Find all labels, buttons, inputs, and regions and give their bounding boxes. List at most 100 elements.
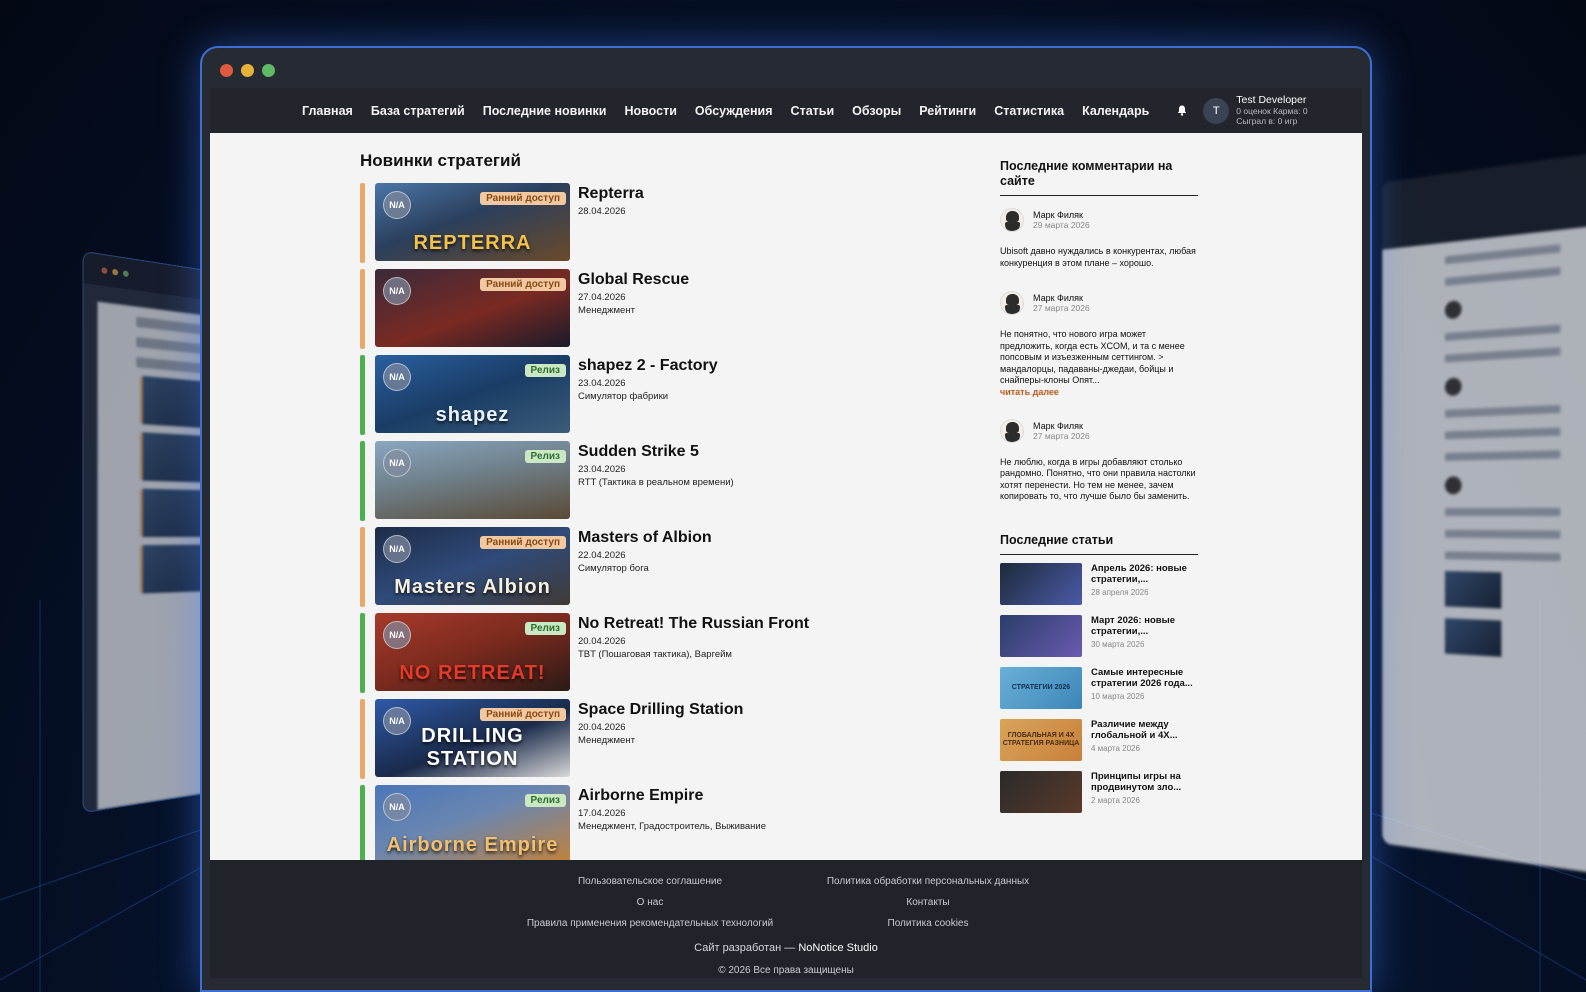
nav-item[interactable]: Статьи bbox=[791, 104, 835, 118]
developer-link[interactable]: NoNotice Studio bbox=[798, 942, 878, 954]
bell-icon[interactable] bbox=[1177, 105, 1187, 116]
nav-item[interactable]: Статистика bbox=[994, 104, 1064, 118]
article-thumbnail-text: СТРАТЕГИИ 2026 bbox=[1000, 684, 1082, 692]
nav-item[interactable]: Календарь bbox=[1082, 104, 1149, 118]
game-thumbnail[interactable]: shapez N/A Релиз bbox=[375, 355, 570, 433]
game-art-title: Masters Albion bbox=[375, 576, 570, 599]
status-badge: Релиз bbox=[525, 622, 566, 635]
footer-link[interactable]: Политика cookies bbox=[808, 918, 1048, 929]
footer-link[interactable]: О нас bbox=[516, 897, 784, 908]
game-thumbnail[interactable]: NO RETREAT! N/A Релиз bbox=[375, 613, 570, 691]
game-title[interactable]: Space Drilling Station bbox=[578, 701, 743, 719]
rating-badge: N/A bbox=[383, 449, 411, 477]
status-badge: Ранний доступ bbox=[480, 192, 566, 205]
nav-item[interactable]: Обсуждения bbox=[695, 104, 773, 118]
comment-avatar[interactable] bbox=[1000, 291, 1024, 315]
game-title[interactable]: Airborne Empire bbox=[578, 787, 766, 805]
article-title[interactable]: Различие между глобальной и 4X... bbox=[1091, 719, 1198, 742]
comment-author[interactable]: Марк Филяк bbox=[1033, 421, 1090, 431]
user-name: Test Developer bbox=[1236, 95, 1307, 106]
user-menu[interactable]: T Test Developer 0 оценок Карма: 0 Сыгра… bbox=[1203, 95, 1307, 126]
game-item[interactable]: Masters Albion N/A Ранний доступ Masters of… bbox=[360, 527, 920, 607]
rating-badge: N/A bbox=[383, 363, 411, 391]
nav-item[interactable]: Новости bbox=[625, 104, 677, 118]
article-title[interactable]: Март 2026: новые стратегии,... bbox=[1091, 615, 1198, 638]
comment-author[interactable]: Марк Филяк bbox=[1033, 210, 1090, 220]
game-item[interactable]: Airborne Empire N/A Релиз Airborne Empire 17… bbox=[360, 785, 920, 865]
article-date: 4 марта 2026 bbox=[1091, 744, 1198, 753]
game-thumbnail[interactable]: N/A Релиз bbox=[375, 441, 570, 519]
game-art-title: Airborne Empire bbox=[375, 834, 570, 857]
article-title[interactable]: Принципы игры на продвинутом зло... bbox=[1091, 771, 1198, 794]
status-badge: Ранний доступ bbox=[480, 536, 566, 549]
article-item[interactable]: Март 2026: новые стратегии,... 30 марта 2… bbox=[1000, 615, 1198, 659]
comment-date: 27 марта 2026 bbox=[1033, 303, 1090, 313]
comment-author[interactable]: Марк Филяк bbox=[1033, 293, 1090, 303]
game-thumbnail[interactable]: DRILLING STATION N/A Ранний доступ bbox=[375, 699, 570, 777]
maximize-window-button[interactable] bbox=[262, 64, 275, 77]
article-item[interactable]: Апрель 2026: новые стратегии,... 28 апрел… bbox=[1000, 563, 1198, 607]
article-thumbnail[interactable]: ГЛОБАЛЬНАЯ И 4X СТРАТЕГИЯ РАЗНИЦА bbox=[1000, 719, 1082, 761]
site-footer: Пользовательское соглашение О нас Правила … bbox=[210, 860, 1362, 978]
comment-date: 29 марта 2026 bbox=[1033, 220, 1090, 230]
game-genre: Менеджмент bbox=[578, 735, 743, 746]
page-content: Новинки стратегий REPTERRA N/A Ранний дост… bbox=[210, 133, 1362, 860]
article-title[interactable]: Самые интересные стратегии 2026 года... bbox=[1091, 667, 1198, 690]
article-item[interactable]: Принципы игры на продвинутом зло... 2 мар… bbox=[1000, 771, 1198, 815]
article-item[interactable]: СТРАТЕГИИ 2026 Самые интересные стратегии… bbox=[1000, 667, 1198, 711]
game-date: 23.04.2026 bbox=[578, 378, 718, 389]
article-thumbnail[interactable] bbox=[1000, 615, 1082, 657]
game-thumbnail[interactable]: N/A Ранний доступ bbox=[375, 269, 570, 347]
articles-list: Апрель 2026: новые стратегии,... 28 апрел… bbox=[1000, 563, 1198, 815]
status-stripe bbox=[360, 269, 365, 349]
status-stripe bbox=[360, 183, 365, 263]
game-title[interactable]: shapez 2 - Factory bbox=[578, 357, 718, 375]
comment-avatar[interactable] bbox=[1000, 419, 1024, 443]
nav-item[interactable]: Обзоры bbox=[852, 104, 901, 118]
game-thumbnail[interactable]: Airborne Empire N/A Релиз bbox=[375, 785, 570, 863]
game-title[interactable]: Sudden Strike 5 bbox=[578, 443, 734, 461]
read-more-link[interactable]: читать далее bbox=[1000, 387, 1198, 397]
background-window-right bbox=[1382, 152, 1586, 874]
game-item[interactable]: DRILLING STATION N/A Ранний доступ Space Dr… bbox=[360, 699, 920, 779]
article-title[interactable]: Апрель 2026: новые стратегии,... bbox=[1091, 563, 1198, 586]
article-thumbnail[interactable]: СТРАТЕГИИ 2026 bbox=[1000, 667, 1082, 709]
game-title[interactable]: No Retreat! The Russian Front bbox=[578, 615, 809, 633]
footer-link[interactable]: Правила применения рекомендательных техн… bbox=[516, 918, 784, 929]
game-genre: Менеджмент bbox=[578, 305, 689, 316]
site-header: Главная База стратегий Последние новинки Но… bbox=[210, 88, 1362, 133]
footer-link[interactable]: Контакты bbox=[808, 897, 1048, 908]
comment-item: Марк Филяк 29 марта 2026 Ubisoft давно нуж… bbox=[1000, 208, 1198, 269]
article-date: 2 марта 2026 bbox=[1091, 796, 1198, 805]
game-item[interactable]: N/A Релиз Sudden Strike 5 23.04.2026 RTT (Та… bbox=[360, 441, 920, 521]
game-title[interactable]: Masters of Albion bbox=[578, 529, 712, 547]
article-thumbnail[interactable] bbox=[1000, 563, 1082, 605]
close-window-button[interactable] bbox=[220, 64, 233, 77]
article-item[interactable]: ГЛОБАЛЬНАЯ И 4X СТРАТЕГИЯ РАЗНИЦА Различи… bbox=[1000, 719, 1198, 763]
game-thumbnail[interactable]: REPTERRA N/A Ранний доступ bbox=[375, 183, 570, 261]
sidebar: Последние комментарии на сайте Марк Филя… bbox=[1000, 159, 1198, 815]
minimize-window-button[interactable] bbox=[241, 64, 254, 77]
nav-item[interactable]: Главная bbox=[302, 104, 353, 118]
game-thumbnail[interactable]: Masters Albion N/A Ранний доступ bbox=[375, 527, 570, 605]
game-item[interactable]: shapez N/A Релиз shapez 2 - Factory 23.04.20… bbox=[360, 355, 920, 435]
game-title[interactable]: Repterra bbox=[578, 185, 644, 203]
nav-item[interactable]: Последние новинки bbox=[483, 104, 607, 118]
nav-item[interactable]: Рейтинги bbox=[919, 104, 976, 118]
footer-link[interactable]: Политика обработки персональных данных bbox=[808, 876, 1048, 887]
game-item[interactable]: NO RETREAT! N/A Релиз No Retreat! The Russi… bbox=[360, 613, 920, 693]
avatar[interactable]: T bbox=[1203, 98, 1229, 124]
game-title[interactable]: Global Rescue bbox=[578, 271, 689, 289]
developer-prefix: Сайт разработан — bbox=[694, 942, 795, 954]
game-art-title: NO RETREAT! bbox=[375, 662, 570, 685]
article-date: 10 марта 2026 bbox=[1091, 692, 1198, 701]
comment-avatar[interactable] bbox=[1000, 208, 1024, 232]
footer-link[interactable]: Пользовательское соглашение bbox=[516, 876, 784, 887]
game-item[interactable]: N/A Ранний доступ Global Rescue 27.04.2026 М… bbox=[360, 269, 920, 349]
game-item[interactable]: REPTERRA N/A Ранний доступ Repterra 28.04.20… bbox=[360, 183, 920, 263]
status-stripe bbox=[360, 441, 365, 521]
comment-item: Марк Филяк 27 марта 2026 Не люблю, когда в… bbox=[1000, 419, 1198, 503]
nav-item[interactable]: База стратегий bbox=[371, 104, 465, 118]
game-genre: Менеджмент, Градостроитель, Выживание bbox=[578, 821, 766, 832]
article-thumbnail[interactable] bbox=[1000, 771, 1082, 813]
